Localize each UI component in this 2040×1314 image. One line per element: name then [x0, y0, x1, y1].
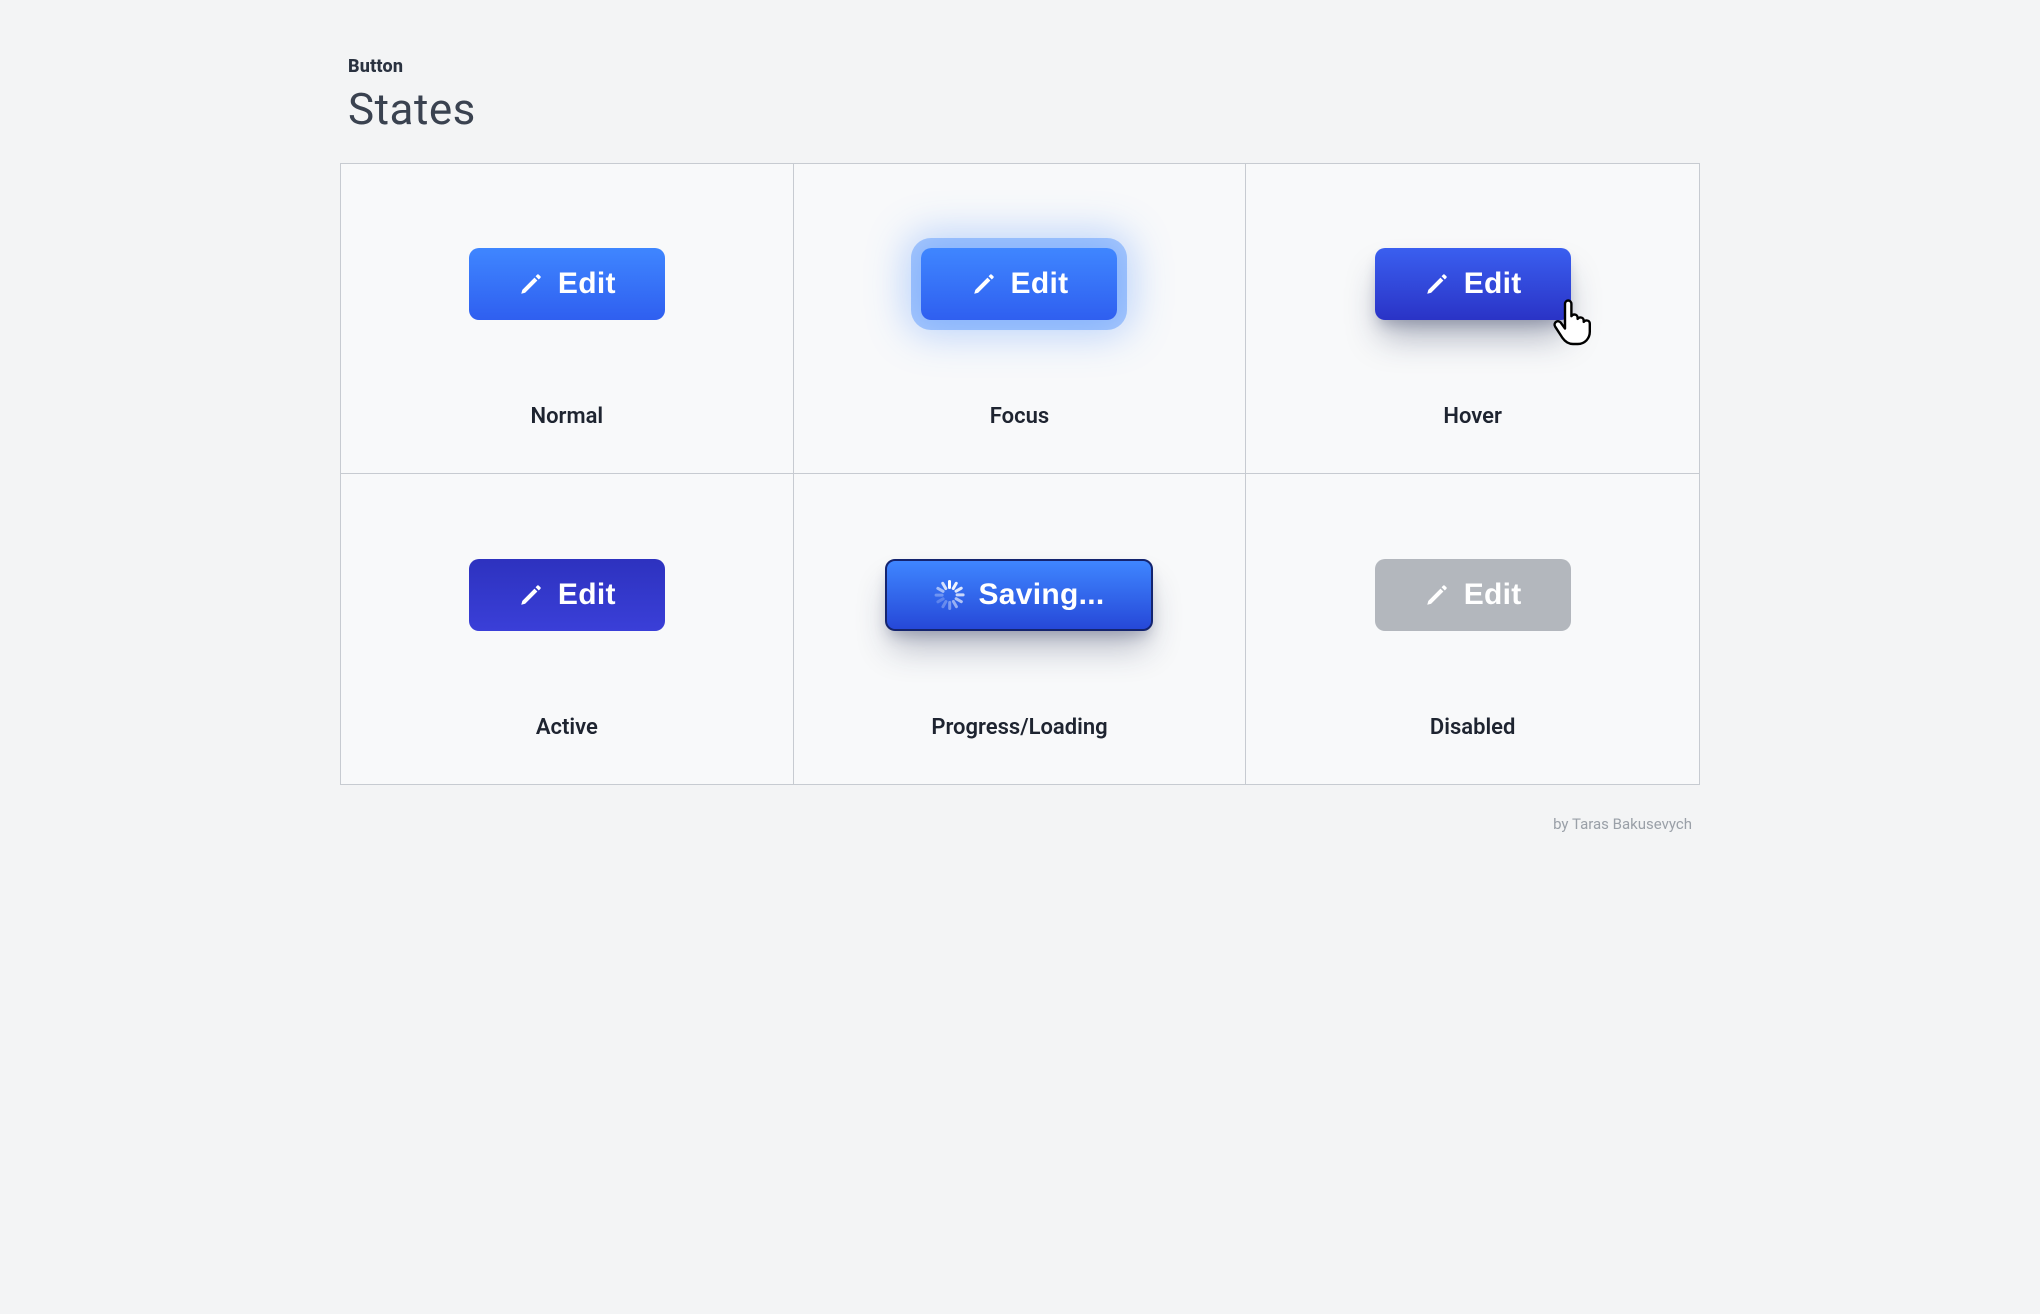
- button-label: Edit: [558, 267, 616, 301]
- edit-button-focus[interactable]: Edit: [921, 248, 1117, 320]
- edit-button-active[interactable]: Edit: [469, 559, 665, 631]
- credit-text: by Taras Bakusevych: [340, 785, 1700, 833]
- heading-overline: Button: [348, 56, 1700, 77]
- state-cell-focus: Edit Focus: [794, 164, 1247, 474]
- edit-button-normal[interactable]: Edit: [469, 248, 665, 320]
- state-cell-active: Edit Active: [341, 474, 794, 784]
- button-label: Saving...: [978, 578, 1104, 612]
- pencil-icon: [518, 582, 544, 608]
- spinner-icon: [934, 580, 964, 610]
- edit-button-hover[interactable]: Edit: [1375, 248, 1571, 320]
- edit-button-loading[interactable]: Saving...: [885, 559, 1153, 631]
- button-label: Edit: [1464, 578, 1522, 612]
- heading: Button States: [340, 56, 1700, 163]
- state-label: Progress/Loading: [931, 715, 1107, 784]
- heading-title: States: [348, 83, 1700, 135]
- state-label: Normal: [531, 404, 604, 473]
- pencil-icon: [1424, 271, 1450, 297]
- state-cell-disabled: Edit Disabled: [1246, 474, 1699, 784]
- pencil-icon: [971, 271, 997, 297]
- state-label: Active: [536, 715, 598, 784]
- button-label: Edit: [1464, 267, 1522, 301]
- state-label: Focus: [990, 404, 1049, 473]
- state-label: Hover: [1443, 404, 1502, 473]
- state-cell-normal: Edit Normal: [341, 164, 794, 474]
- state-label: Disabled: [1430, 715, 1516, 784]
- pencil-icon: [518, 271, 544, 297]
- state-cell-loading: Saving... Progress/Loading: [794, 474, 1247, 784]
- edit-button-disabled: Edit: [1375, 559, 1571, 631]
- state-cell-hover: Edit Hover: [1246, 164, 1699, 474]
- states-grid: Edit Normal Edit Focus: [340, 163, 1700, 785]
- pencil-icon: [1424, 582, 1450, 608]
- button-label: Edit: [558, 578, 616, 612]
- button-label: Edit: [1011, 267, 1069, 301]
